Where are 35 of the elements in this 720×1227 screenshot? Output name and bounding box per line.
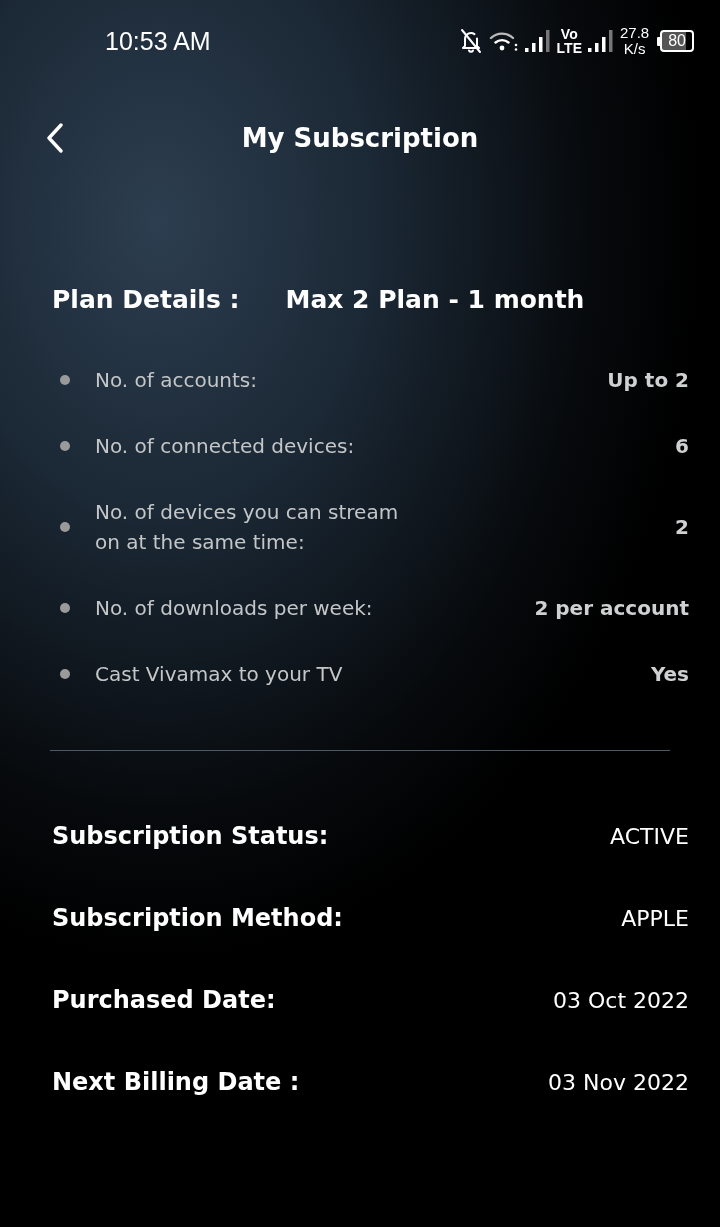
detail-value: APPLE bbox=[621, 905, 689, 931]
signal-icon bbox=[588, 29, 614, 53]
detail-value: ACTIVE bbox=[610, 823, 689, 849]
data-speed: 27.8 K/s bbox=[620, 25, 650, 57]
signal-icon bbox=[524, 29, 551, 53]
bell-off-icon bbox=[458, 28, 483, 54]
battery-indicator: 80 bbox=[657, 30, 694, 52]
detail-label: Purchased Date: bbox=[52, 986, 276, 1014]
feature-value: 6 bbox=[675, 433, 689, 460]
bullet-icon bbox=[60, 522, 70, 532]
bullet-icon bbox=[60, 603, 70, 613]
feature-value: 2 bbox=[675, 514, 689, 541]
detail-value: 03 Nov 2022 bbox=[548, 1069, 689, 1095]
page-title: My Subscription bbox=[241, 123, 479, 153]
back-icon bbox=[46, 123, 64, 153]
plan-name: Max 2 Plan - 1 month bbox=[285, 284, 585, 314]
detail-value: 03 Oct 2022 bbox=[553, 987, 689, 1013]
feature-value: 2 per account bbox=[534, 595, 689, 622]
detail-label: Subscription Status: bbox=[52, 822, 329, 850]
bullet-icon bbox=[60, 441, 70, 451]
plan-label: Plan Details : bbox=[52, 284, 240, 314]
volte-label: Vo LTE bbox=[556, 27, 582, 55]
feature-label: Cast Vivamax to your TV bbox=[95, 661, 343, 688]
feature-value: Up to 2 bbox=[607, 367, 689, 394]
feature-label: No. of accounts: bbox=[95, 367, 258, 394]
status-time: 10:53 AM bbox=[105, 26, 211, 56]
feature-label: No. of connected devices: bbox=[95, 433, 355, 460]
feature-value: Yes bbox=[650, 661, 689, 688]
bullet-icon bbox=[60, 669, 70, 679]
bullet-icon bbox=[60, 375, 70, 385]
wifi-icon bbox=[488, 30, 519, 52]
feature-label: No. of devices you can stream on at the same time: bbox=[95, 499, 399, 556]
detail-label: Next Billing Date : bbox=[52, 1068, 300, 1096]
detail-label: Subscription Method: bbox=[52, 904, 343, 932]
feature-label: No. of downloads per week: bbox=[95, 595, 373, 622]
